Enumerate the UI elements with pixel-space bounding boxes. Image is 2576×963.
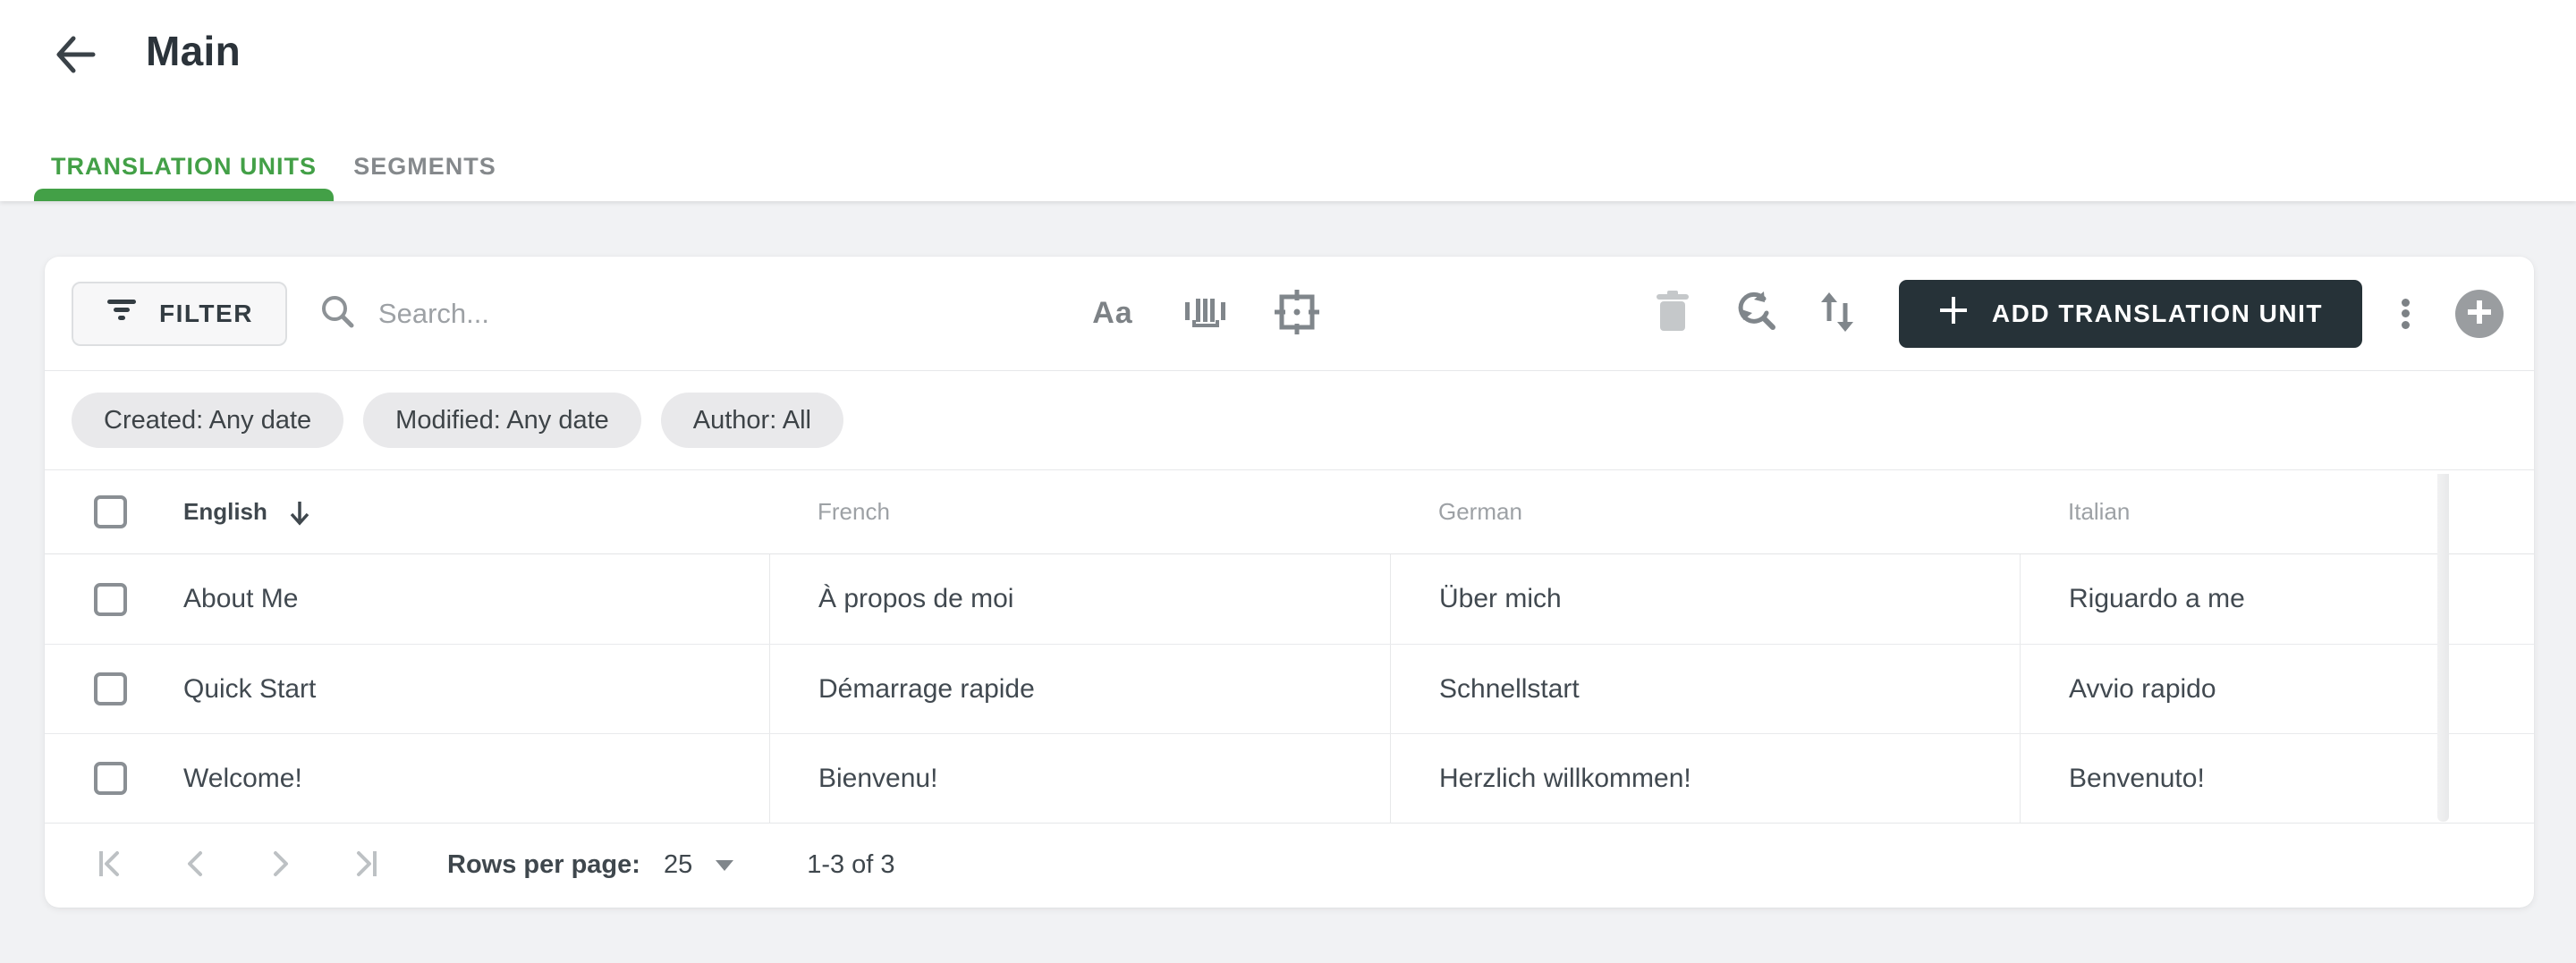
tab-bar: TRANSLATION UNITS SEGMENTS [34,131,516,201]
column-header-label: Italian [2068,498,2131,525]
previous-page-icon [180,848,212,883]
plus-circle-icon [2466,299,2493,328]
cell-german[interactable]: Über mich [1390,554,2020,644]
rows-per-page-caret-icon[interactable] [716,859,734,871]
last-page-icon [348,848,380,883]
back-arrow-icon [52,31,98,80]
filter-chip-author[interactable]: Author: All [660,393,843,448]
table-row[interactable]: Quick Start Démarrage rapide Schnellstar… [45,644,2534,733]
row-checkbox[interactable] [94,762,127,795]
next-page-button[interactable] [259,845,301,886]
add-button-label: ADD TRANSLATION UNIT [1991,299,2323,327]
filter-chip-modified[interactable]: Modified: Any date [363,393,641,448]
first-page-button[interactable] [91,845,132,886]
sort-button[interactable] [1816,287,1859,341]
select-all-checkbox[interactable] [94,495,127,528]
page-content: FILTER Aa [0,201,2576,963]
filter-icon [106,297,138,330]
search-option-icons: Aa [1091,287,1321,341]
last-page-button[interactable] [343,845,385,886]
filter-chips-row: Created: Any date Modified: Any date Aut… [45,371,2534,469]
cell-italian[interactable]: Avvio rapido [2020,645,2437,733]
more-options-button[interactable] [2384,287,2427,341]
previous-page-button[interactable] [175,845,216,886]
tab-label: SEGMENTS [353,152,496,180]
page-header: Main TRANSLATION UNITS SEGMENTS [0,0,2576,201]
chip-label: Created: Any date [104,405,312,435]
plus-icon [1938,295,1969,332]
tab-translation-units[interactable]: TRANSLATION UNITS [34,131,334,201]
pagination-range: 1-3 of 3 [807,850,895,879]
vertical-ellipsis-icon [2401,295,2410,332]
sort-descending-icon [287,499,312,526]
column-header-french[interactable]: French [769,470,1390,553]
row-checkbox[interactable] [94,582,127,616]
add-translation-unit-button[interactable]: ADD TRANSLATION UNIT [1898,279,2362,348]
chip-label: Modified: Any date [395,405,609,435]
match-case-icon: Aa [1092,296,1133,330]
active-tab-indicator [34,189,334,201]
sort-arrows-icon [1817,291,1858,336]
refresh-search-button[interactable] [1733,287,1776,341]
trash-icon [1654,291,1691,336]
filter-chip-created[interactable]: Created: Any date [72,393,344,448]
column-header-label: English [183,498,267,525]
tab-label: TRANSLATION UNITS [51,152,317,180]
search-icon [318,291,357,335]
back-button[interactable] [47,27,104,84]
cell-english[interactable]: Welcome! [183,734,769,823]
whole-words-button[interactable] [1183,287,1226,341]
table-row[interactable]: Welcome! Bienvenu! Herzlich willkommen! … [45,733,2534,823]
column-header-label: German [1438,498,1522,525]
table-row[interactable]: About Me À propos de moi Über mich Rigua… [45,554,2534,644]
cell-italian[interactable]: Riguardo a me [2020,554,2437,644]
column-header-english[interactable]: English [183,470,769,553]
delete-button[interactable] [1651,287,1694,341]
cell-german[interactable]: Schnellstart [1390,645,2020,733]
filter-button-label: FILTER [159,299,253,327]
cell-french[interactable]: Bienvenu! [769,734,1390,823]
column-header-italian[interactable]: Italian [2020,470,2437,553]
table-header-row: English French German Italian [45,469,2534,554]
pagination-bar: Rows per page: 25 1-3 of 3 [45,823,2534,907]
cell-french[interactable]: À propos de moi [769,554,1390,644]
selection-frame-button[interactable] [1273,287,1321,341]
column-header-german[interactable]: German [1390,470,2020,553]
whole-words-icon [1182,291,1227,335]
search-input[interactable] [377,297,1060,330]
column-header-label: French [818,498,890,525]
translation-units-card: FILTER Aa [45,257,2534,908]
cell-english[interactable]: About Me [183,554,769,644]
refresh-search-icon [1733,290,1777,337]
action-icons [1651,287,1859,341]
rows-per-page-select[interactable]: 25 [664,850,692,880]
first-page-icon [96,848,128,883]
table-vertical-scrollbar[interactable] [2437,474,2449,822]
toolbar: FILTER Aa [45,257,2534,371]
add-circle-button[interactable] [2455,289,2504,338]
match-case-button[interactable]: Aa [1091,287,1134,341]
cell-english[interactable]: Quick Start [183,645,769,733]
cell-german[interactable]: Herzlich willkommen! [1390,734,2020,823]
row-checkbox[interactable] [94,672,127,705]
rows-per-page-label: Rows per page: [447,850,640,879]
search-box [318,291,1060,335]
page-title: Main [146,28,241,74]
tab-segments[interactable]: SEGMENTS [334,131,516,201]
cell-french[interactable]: Démarrage rapide [769,645,1390,733]
next-page-icon [264,848,296,883]
filter-button[interactable]: FILTER [72,281,287,346]
cell-italian[interactable]: Benvenuto! [2020,734,2437,823]
crosshair-frame-icon [1273,288,1321,339]
chip-label: Author: All [692,405,811,435]
